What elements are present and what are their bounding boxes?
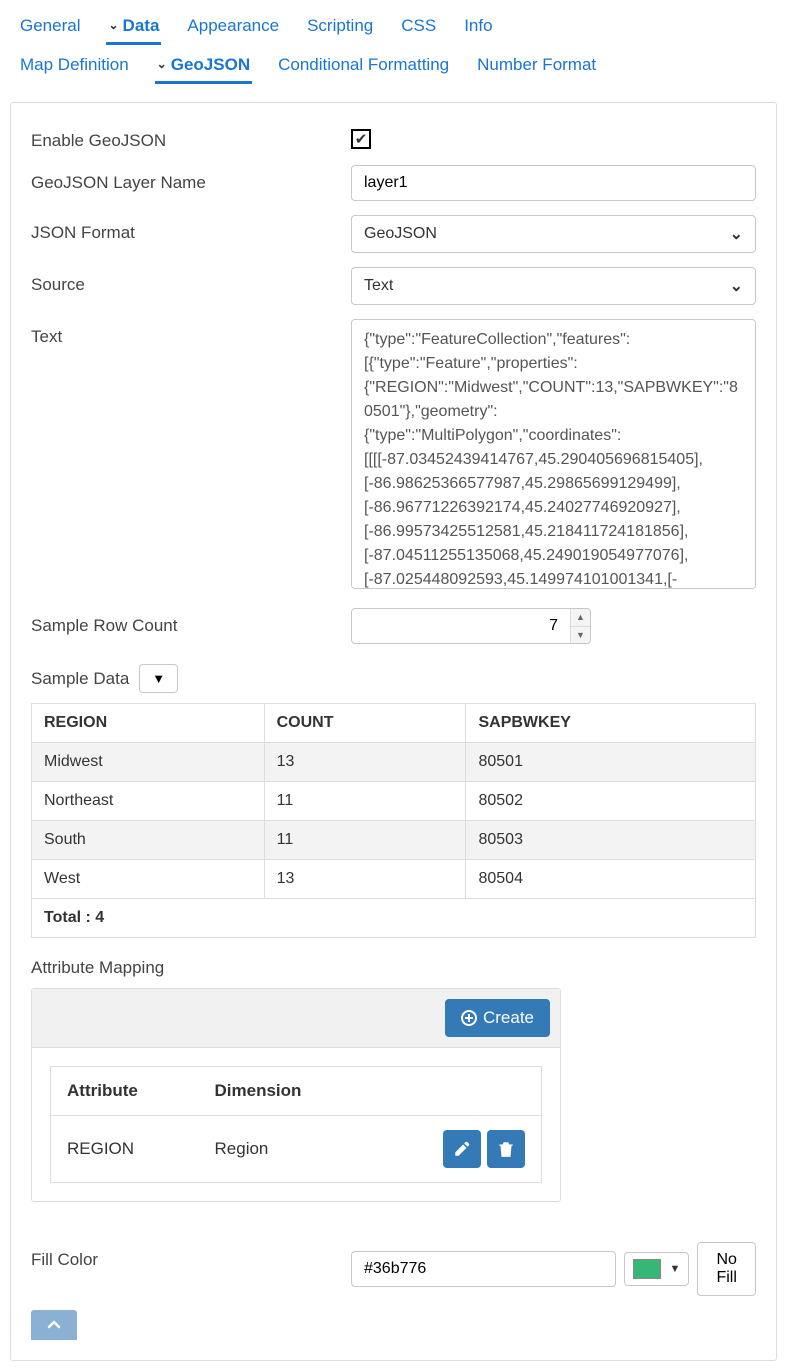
tab-general[interactable]: General [18,10,82,45]
col-attribute: Attribute [51,1067,199,1116]
tab-info[interactable]: Info [462,10,494,45]
tab-scripting[interactable]: Scripting [305,10,375,45]
trash-icon [497,1140,515,1158]
spinner-up-button[interactable]: ▲ [571,609,590,627]
table-cell: 13 [264,860,466,899]
chevron-down-icon: ⌄ [730,276,743,296]
source-label: Source [31,267,351,295]
chevron-down-icon: ⌄ [730,224,743,244]
plus-circle-icon [461,1010,477,1026]
delete-button[interactable] [487,1130,525,1168]
chevron-down-icon: ⌄ [108,18,118,32]
caret-down-icon: ▼ [669,1263,680,1275]
chevron-down-icon: ⌄ [157,57,167,71]
table-row: Northeast1180502 [32,782,756,821]
sample-data-table: REGION COUNT SAPBWKEY Midwest1380501Nort… [31,703,756,938]
tab-conditional-formatting[interactable]: Conditional Formatting [276,49,451,84]
table-cell: 11 [264,782,466,821]
table-cell: 13 [264,743,466,782]
table-cell: South [32,821,265,860]
geojson-panel: Enable GeoJSON ✔ GeoJSON Layer Name JSON… [10,102,777,1361]
pencil-icon [453,1140,471,1158]
sample-data-label: Sample Data [31,669,129,689]
text-label: Text [31,319,351,347]
source-select[interactable]: Text ⌄ [351,267,756,305]
col-region: REGION [32,704,265,743]
table-cell: Midwest [32,743,265,782]
chevron-up-icon [46,1317,62,1333]
table-row: Midwest1380501 [32,743,756,782]
collapse-up-button[interactable] [31,1310,77,1340]
row-actions [369,1116,542,1183]
tab-geojson[interactable]: ⌄ GeoJSON [155,49,252,84]
create-button[interactable]: Create [445,999,550,1037]
json-format-label: JSON Format [31,215,351,243]
create-button-label: Create [483,1008,534,1028]
caret-down-icon: ▼ [152,671,165,686]
attribute-mapping-table: Attribute Dimension REGIONRegion [50,1066,542,1183]
edit-button[interactable] [443,1130,481,1168]
sample-row-count-label: Sample Row Count [31,608,351,636]
table-cell: 80504 [466,860,756,899]
table-cell: 80503 [466,821,756,860]
table-row: South1180503 [32,821,756,860]
layer-name-label: GeoJSON Layer Name [31,165,351,193]
tab-appearance[interactable]: Appearance [185,10,281,45]
layer-name-input[interactable] [351,165,756,201]
no-fill-button[interactable]: No Fill [697,1242,756,1296]
table-row: West1380504 [32,860,756,899]
attribute-cell: REGION [51,1116,199,1183]
enable-geojson-checkbox[interactable]: ✔ [351,129,371,149]
color-swatch [633,1259,661,1279]
tab-data[interactable]: ⌄ Data [106,10,161,45]
tab-bar-primary: General ⌄ Data Appearance Scripting CSS I… [0,0,787,47]
tab-map-definition[interactable]: Map Definition [18,49,131,84]
tab-data-label: Data [123,16,160,35]
table-cell: Northeast [32,782,265,821]
sample-data-dropdown-button[interactable]: ▼ [139,664,178,693]
tab-bar-secondary: Map Definition ⌄ GeoJSON Conditional Form… [0,47,787,92]
sample-row-count-input[interactable] [352,609,570,643]
col-count: COUNT [264,704,466,743]
fill-color-input[interactable] [351,1251,616,1287]
table-cell: 80502 [466,782,756,821]
fill-color-swatch-button[interactable]: ▼ [624,1252,689,1286]
table-cell: West [32,860,265,899]
tab-css[interactable]: CSS [399,10,438,45]
json-format-value: GeoJSON [364,225,437,243]
col-dimension: Dimension [199,1067,369,1116]
spinner-down-button[interactable]: ▼ [571,627,590,644]
table-row: REGIONRegion [51,1116,542,1183]
enable-geojson-label: Enable GeoJSON [31,123,351,151]
json-format-select[interactable]: GeoJSON ⌄ [351,215,756,253]
col-sapbwkey: SAPBWKEY [466,704,756,743]
tab-number-format[interactable]: Number Format [475,49,598,84]
sample-table-footer: Total : 4 [32,899,756,938]
tab-geojson-label: GeoJSON [171,55,250,74]
fill-color-label: Fill Color [31,1242,351,1270]
source-value: Text [364,277,393,295]
table-cell: 11 [264,821,466,860]
dimension-cell: Region [199,1116,369,1183]
table-cell: 80501 [466,743,756,782]
geojson-text-input[interactable]: {"type":"FeatureCollection","features":[… [351,319,756,589]
attribute-mapping-panel: Create Attribute Dimension REGIONRegion [31,988,561,1202]
attribute-mapping-label: Attribute Mapping [31,958,164,978]
check-icon: ✔ [355,130,368,148]
